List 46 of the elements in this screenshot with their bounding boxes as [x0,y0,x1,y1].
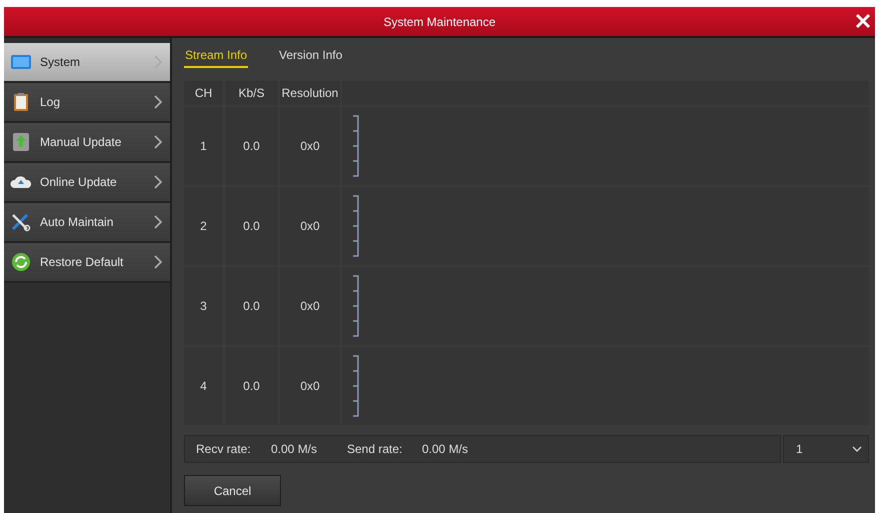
column-header: Resolution [280,81,340,105]
sidebar-item[interactable]: System [4,43,170,83]
caret-icon [852,446,862,452]
table-cell: 0.0 [225,187,278,265]
table-cell: 0x0 [280,187,340,265]
chevron-right-icon [154,95,162,109]
table-cell: 0x0 [280,107,340,185]
table-cell: 0.0 [225,267,278,345]
column-header: Kb/S [225,81,278,105]
sidebar-item[interactable]: Restore Default [4,243,170,283]
table-cell: 3 [184,267,223,345]
tools-icon [10,212,32,232]
table-cell: 0.0 [225,347,278,425]
tab[interactable]: Stream Info [184,46,248,68]
chevron-right-icon [154,175,162,189]
scale-drawing [352,275,360,337]
table-cell: 0x0 [280,267,340,345]
send-rate-label: Send rate: [347,442,404,456]
column-header: CH [184,81,223,105]
send-rate-value: 0.00 M/s [422,442,470,456]
tab[interactable]: Version Info [278,46,344,68]
refresh-icon [10,252,32,272]
chevron-right-icon [154,135,162,149]
sidebar-item[interactable]: Log [4,83,170,123]
close-button[interactable] [855,13,871,29]
chevron-right-icon [154,215,162,229]
chevron-right-icon [154,255,162,269]
table-cell: 4 [184,347,223,425]
cancel-button[interactable]: Cancel [184,475,281,506]
table-cell: 0.0 [225,107,278,185]
sidebar-item[interactable]: Auto Maintain [4,203,170,243]
scale-drawing [352,115,360,177]
monitor-icon [10,52,32,72]
table-cell: 2 [184,187,223,265]
recv-rate-label: Recv rate: [196,442,252,456]
sidebar-item[interactable]: Manual Update [4,123,170,163]
sidebar-item[interactable]: Online Update [4,163,170,203]
window-title: System Maintenance [383,14,496,28]
table-cell: 1 [184,107,223,185]
channel-dropdown[interactable]: 1 [783,435,869,463]
chevron-right-icon [154,55,162,69]
upload-icon [10,132,32,152]
scale-drawing [352,355,360,417]
recv-rate-value: 0.00 M/s [271,442,318,456]
scale-drawing [352,195,360,257]
table-cell: 0x0 [280,347,340,425]
